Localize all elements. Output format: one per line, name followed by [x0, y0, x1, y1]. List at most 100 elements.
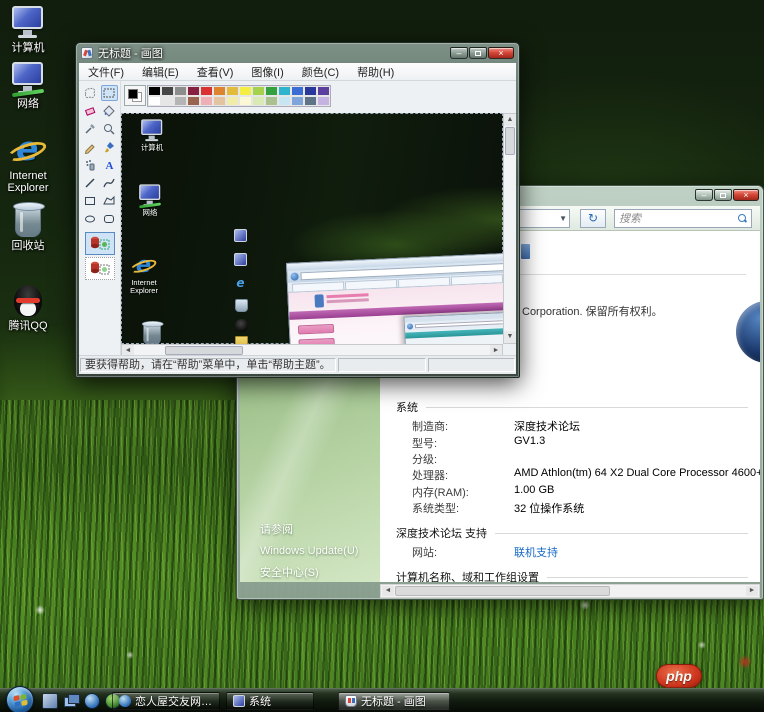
scrollbar-thumb[interactable] — [165, 346, 243, 355]
start-button[interactable] — [6, 686, 34, 712]
palette-swatch[interactable] — [291, 86, 304, 96]
canvas-vertical-scrollbar[interactable]: ▲ ▼ — [503, 113, 516, 344]
tool-rounded-rectangle-icon[interactable] — [101, 211, 118, 227]
selection-option-opaque[interactable] — [85, 232, 115, 255]
svg-text:A: A — [106, 160, 114, 172]
tool-airbrush-icon[interactable] — [82, 157, 99, 173]
palette-swatch[interactable] — [213, 86, 226, 96]
palette-swatch[interactable] — [213, 96, 226, 106]
system-horizontal-scrollbar[interactable]: ◄ ► — [380, 584, 760, 598]
refresh-button[interactable]: ↻ — [580, 209, 606, 228]
tool-text-icon[interactable]: A — [101, 157, 118, 173]
palette-swatch[interactable] — [226, 96, 239, 106]
tool-pencil-icon[interactable] — [82, 139, 99, 155]
palette-swatch[interactable] — [278, 96, 291, 106]
palette-swatch[interactable] — [174, 86, 187, 96]
maximize-button[interactable] — [469, 47, 487, 59]
palette-swatch[interactable] — [161, 86, 174, 96]
online-support-link[interactable]: 联机支持 — [514, 544, 558, 560]
menu-edit[interactable]: 编辑(E) — [133, 64, 188, 80]
palette-swatch[interactable] — [304, 86, 317, 96]
tool-free-form-select-icon[interactable] — [82, 85, 99, 101]
menu-view[interactable]: 查看(V) — [188, 64, 243, 80]
paint-canvas[interactable]: 计算机 网络 e Internet Explorer e — [121, 113, 503, 344]
menu-colors[interactable]: 颜色(C) — [293, 64, 348, 80]
minimize-button[interactable]: – — [450, 47, 468, 59]
switch-windows-icon[interactable] — [63, 693, 79, 709]
palette-swatch[interactable] — [252, 96, 265, 106]
tool-line-icon[interactable] — [82, 175, 99, 191]
palette-swatch[interactable] — [317, 86, 330, 96]
menu-help[interactable]: 帮助(H) — [348, 64, 403, 80]
canvas-icon-network: 网络 — [131, 183, 169, 217]
scroll-right-arrow[interactable]: ► — [746, 586, 758, 596]
link-security-center[interactable]: 安全中心(S) — [260, 564, 358, 580]
palette-swatch[interactable] — [187, 86, 200, 96]
palette-swatch[interactable] — [148, 86, 161, 96]
palette-swatch[interactable] — [174, 96, 187, 106]
menu-image[interactable]: 图像(I) — [242, 64, 292, 80]
desktop-icon-internet-explorer[interactable]: e Internet Explorer — [0, 132, 60, 194]
canvas-inner-window — [404, 311, 503, 344]
desktop-icon-label: Internet Explorer — [0, 170, 60, 194]
palette-swatch[interactable] — [317, 96, 330, 106]
taskbar-button-browser[interactable]: 恋人屋交友网·广州... — [112, 692, 220, 710]
tool-ellipse-icon[interactable] — [82, 211, 99, 227]
scroll-down-arrow[interactable]: ▼ — [504, 331, 516, 343]
palette-swatch[interactable] — [265, 96, 278, 106]
paint-titlebar[interactable]: 无标题 - 画图 – × — [76, 43, 519, 63]
foreground-color-swatch[interactable] — [128, 89, 138, 99]
palette-swatch[interactable] — [239, 96, 252, 106]
palette-swatch[interactable] — [148, 96, 161, 106]
palette-swatch[interactable] — [226, 86, 239, 96]
maximize-button[interactable] — [714, 189, 732, 201]
search-input[interactable] — [619, 213, 735, 225]
tool-color-picker-icon[interactable] — [82, 121, 99, 137]
tool-polygon-icon[interactable] — [101, 193, 118, 209]
back-icon — [290, 272, 298, 280]
scroll-left-arrow[interactable]: ◄ — [382, 586, 394, 596]
taskbar-button-system[interactable]: 系统 — [226, 692, 314, 710]
palette-swatch[interactable] — [278, 86, 291, 96]
palette-swatch[interactable] — [200, 96, 213, 106]
browser-page — [288, 282, 503, 344]
palette-swatch[interactable] — [200, 86, 213, 96]
qq-penguin-icon — [0, 282, 60, 320]
palette-swatch[interactable] — [161, 96, 174, 106]
scroll-up-arrow[interactable]: ▲ — [504, 114, 516, 126]
chevron-down-icon[interactable]: ▼ — [559, 214, 567, 223]
palette-swatch[interactable] — [187, 96, 200, 106]
desktop-icon-network[interactable]: 网络 — [0, 60, 60, 110]
palette-swatch[interactable] — [239, 86, 252, 96]
close-button[interactable]: × — [488, 47, 514, 59]
tool-brush-icon[interactable] — [101, 139, 118, 155]
tool-select-icon[interactable] — [101, 85, 118, 101]
link-windows-update[interactable]: Windows Update(U) — [260, 545, 358, 557]
section-header-support: 深度技术论坛 支持 — [396, 525, 748, 541]
canvas-icon-recycle-bin — [133, 321, 171, 344]
desktop-icon-recycle-bin[interactable]: 回收站 — [0, 202, 60, 252]
palette-swatch[interactable] — [252, 86, 265, 96]
scrollbar-thumb[interactable] — [395, 586, 610, 596]
network-icon — [0, 60, 60, 98]
palette-swatch[interactable] — [304, 96, 317, 106]
show-desktop-icon[interactable] — [42, 693, 58, 709]
tool-eraser-icon[interactable] — [82, 103, 99, 119]
scrollbar-thumb[interactable] — [505, 127, 515, 155]
desktop-icon-qq[interactable]: 腾讯QQ — [0, 282, 60, 332]
menu-file[interactable]: 文件(F) — [79, 64, 133, 80]
internet-explorer-icon[interactable] — [84, 693, 100, 709]
selection-option-transparent[interactable] — [85, 257, 115, 280]
tool-rectangle-icon[interactable] — [82, 193, 99, 209]
paint-window: 无标题 - 画图 – × 文件(F) 编辑(E) 查看(V) 图像(I) 颜色(… — [75, 42, 520, 378]
desktop-icon-computer[interactable]: 计算机 — [0, 4, 60, 54]
tool-curve-icon[interactable] — [101, 175, 118, 191]
minimize-button[interactable]: – — [695, 189, 713, 201]
palette-swatch[interactable] — [291, 96, 304, 106]
close-button[interactable]: × — [733, 189, 759, 201]
palette-swatch[interactable] — [265, 86, 278, 96]
tool-fill-icon[interactable] — [101, 103, 118, 119]
tool-magnifier-icon[interactable] — [101, 121, 118, 137]
taskbar-button-paint[interactable]: 无标题 - 画图 — [338, 692, 450, 710]
recycle-bin-icon — [0, 202, 60, 240]
